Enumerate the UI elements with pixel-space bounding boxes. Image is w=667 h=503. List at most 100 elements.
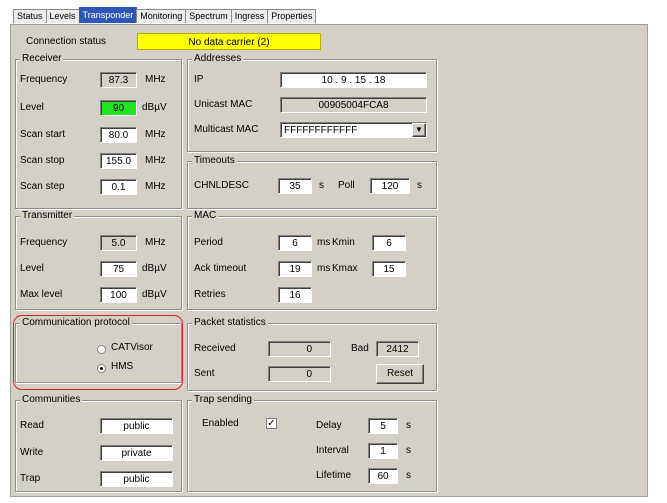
transmitter-frequency-label: Frequency bbox=[20, 237, 68, 248]
tab-ingress[interactable]: Ingress bbox=[230, 9, 269, 23]
trap-community-input[interactable]: public bbox=[100, 471, 173, 487]
interval-unit: s bbox=[406, 445, 411, 456]
mac-title: MAC bbox=[192, 210, 219, 222]
highlight-annotation bbox=[13, 315, 183, 390]
receiver-frequency-field: 87.3 bbox=[100, 72, 137, 88]
timeouts-title: Timeouts bbox=[192, 155, 237, 167]
period-label: Period bbox=[194, 237, 223, 248]
communities-title: Communities bbox=[20, 394, 83, 406]
scan-stop-unit: MHz bbox=[145, 155, 166, 166]
interval-label: Interval bbox=[316, 445, 349, 456]
packet-statistics-title: Packet statistics bbox=[192, 317, 268, 329]
delay-label: Delay bbox=[316, 420, 342, 431]
interval-input[interactable]: 1 bbox=[368, 443, 398, 459]
chnldesc-unit: s bbox=[319, 180, 324, 191]
scan-start-input[interactable]: 80.0 bbox=[100, 127, 137, 143]
timeouts-group: Timeouts CHNLDESC 35 s Poll 120 s bbox=[187, 155, 437, 209]
scan-start-unit: MHz bbox=[145, 129, 166, 140]
kmin-label: Kmin bbox=[332, 237, 355, 248]
ip-label: IP bbox=[194, 74, 204, 85]
multicast-mac-select[interactable]: FFFFFFFFFFFF bbox=[280, 122, 427, 138]
delay-unit: s bbox=[406, 420, 411, 431]
retries-label: Retries bbox=[194, 289, 226, 300]
transmitter-level-unit: dBµV bbox=[142, 263, 167, 274]
unicast-mac-label: Unicast MAC bbox=[194, 99, 253, 110]
trap-sending-group: Trap sending Enabled ✓ Delay 5 s Interva… bbox=[187, 394, 437, 492]
lifetime-input[interactable]: 60 bbox=[368, 468, 398, 484]
chnldesc-label: CHNLDESC bbox=[194, 180, 250, 191]
tab-transponder[interactable]: Transponder bbox=[78, 7, 138, 23]
read-label: Read bbox=[20, 420, 44, 431]
kmax-input[interactable]: 15 bbox=[372, 261, 406, 277]
tab-properties[interactable]: Properties bbox=[267, 9, 317, 23]
chevron-down-icon[interactable]: ▼ bbox=[412, 123, 426, 137]
reset-button[interactable]: Reset bbox=[376, 364, 424, 384]
communities-group: Communities Read public Write private Tr… bbox=[15, 394, 182, 492]
mac-group: MAC Period 6 ms Kmin 6 Ack timeout 19 ms… bbox=[187, 210, 437, 310]
period-input[interactable]: 6 bbox=[278, 235, 312, 251]
scan-stop-input[interactable]: 155.0 bbox=[100, 153, 137, 169]
transmitter-group: Transmitter Frequency 5.0 MHz Level 75 d… bbox=[15, 210, 182, 310]
poll-input[interactable]: 120 bbox=[370, 178, 410, 194]
period-unit: ms bbox=[317, 237, 331, 248]
addresses-title: Addresses bbox=[192, 53, 244, 65]
ip-input[interactable]: 10 . 9 . 15 . 18 bbox=[280, 72, 427, 88]
receiver-title: Receiver bbox=[20, 53, 64, 65]
poll-unit: s bbox=[417, 180, 422, 191]
bad-label: Bad bbox=[351, 343, 369, 354]
scan-step-unit: MHz bbox=[145, 181, 166, 192]
receiver-level-unit: dBµV bbox=[142, 102, 167, 113]
poll-label: Poll bbox=[338, 180, 355, 191]
multicast-mac-value: FFFFFFFFFFFF bbox=[284, 125, 358, 136]
transmitter-level-label: Level bbox=[20, 263, 44, 274]
unicast-mac-field: 00905004FCA8 bbox=[280, 97, 427, 113]
receiver-frequency-label: Frequency bbox=[20, 74, 68, 85]
kmin-input[interactable]: 6 bbox=[372, 235, 406, 251]
max-level-label: Max level bbox=[20, 289, 63, 300]
enabled-checkbox[interactable]: ✓ bbox=[266, 418, 277, 429]
tab-bar: Status Levels Transponder Monitoring Spe… bbox=[13, 7, 317, 23]
receiver-group: Receiver Frequency 87.3 MHz Level 90 dBµ… bbox=[15, 53, 182, 209]
transponder-panel: Connection status No data carrier (2) Re… bbox=[10, 24, 648, 497]
receiver-level-field: 90 bbox=[100, 100, 137, 116]
transmitter-title: Transmitter bbox=[20, 210, 75, 222]
scan-start-label: Scan start bbox=[20, 129, 66, 140]
chnldesc-input[interactable]: 35 bbox=[278, 178, 312, 194]
trap-sending-title: Trap sending bbox=[192, 394, 254, 406]
receiver-frequency-unit: MHz bbox=[145, 74, 166, 85]
connection-status-label: Connection status bbox=[26, 36, 107, 47]
scan-stop-label: Scan stop bbox=[20, 155, 65, 166]
tab-spectrum[interactable]: Spectrum bbox=[185, 9, 232, 23]
trap-label: Trap bbox=[20, 473, 41, 484]
sent-label: Sent bbox=[194, 368, 215, 379]
scan-step-label: Scan step bbox=[20, 181, 65, 192]
max-level-input[interactable]: 100 bbox=[100, 287, 137, 303]
read-community-input[interactable]: public bbox=[100, 418, 173, 434]
lifetime-label: Lifetime bbox=[316, 470, 352, 481]
tab-levels[interactable]: Levels bbox=[45, 9, 80, 23]
addresses-group: Addresses IP 10 . 9 . 15 . 18 Unicast MA… bbox=[187, 53, 437, 152]
transmitter-frequency-unit: MHz bbox=[145, 237, 166, 248]
lifetime-unit: s bbox=[406, 470, 411, 481]
transmitter-frequency-field: 5.0 bbox=[100, 235, 137, 251]
scan-step-input[interactable]: 0.1 bbox=[100, 179, 137, 195]
enabled-label: Enabled bbox=[202, 418, 239, 429]
ack-timeout-input[interactable]: 19 bbox=[278, 261, 312, 277]
retries-input[interactable]: 16 bbox=[278, 287, 312, 303]
kmax-label: Kmax bbox=[332, 263, 358, 274]
multicast-mac-label: Multicast MAC bbox=[194, 124, 259, 135]
received-field: 0 bbox=[268, 341, 331, 357]
max-level-unit: dBµV bbox=[142, 289, 167, 300]
ack-timeout-label: Ack timeout bbox=[194, 263, 247, 274]
packet-statistics-group: Packet statistics Received 0 Bad 2412 Se… bbox=[187, 317, 437, 391]
received-label: Received bbox=[194, 343, 236, 354]
delay-input[interactable]: 5 bbox=[368, 418, 398, 434]
write-label: Write bbox=[20, 447, 44, 458]
connection-status-value: No data carrier (2) bbox=[137, 33, 321, 50]
write-community-input[interactable]: private bbox=[100, 445, 173, 461]
ack-timeout-unit: ms bbox=[317, 263, 331, 274]
tab-status[interactable]: Status bbox=[13, 9, 47, 23]
transmitter-level-input[interactable]: 75 bbox=[100, 261, 137, 277]
bad-field: 2412 bbox=[376, 341, 419, 357]
tab-monitoring[interactable]: Monitoring bbox=[136, 9, 187, 23]
